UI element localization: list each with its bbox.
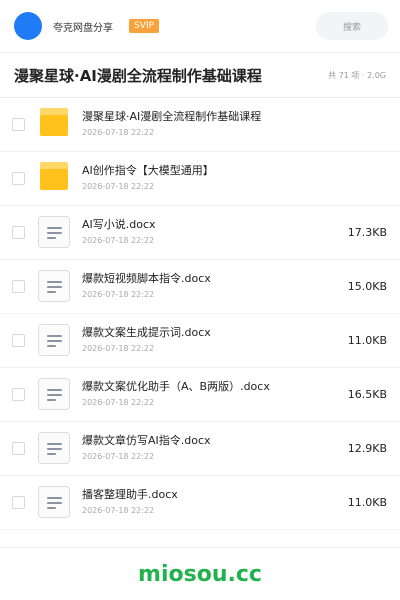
item-name[interactable]: AI创作指令【大模型通用】: [82, 163, 214, 178]
item-date: 2026-07-18 22:22: [82, 182, 155, 191]
row-checkbox[interactable]: [12, 280, 25, 293]
folder-icon: [38, 162, 70, 194]
item-date: 2026-07-18 22:22: [82, 452, 155, 461]
item-name[interactable]: 漫聚星球·AI漫剧全流程制作基础课程: [82, 109, 261, 124]
file-row[interactable]: 爆款短视频脚本指令.docx 2026-07-18 22:22 15.0KB: [0, 260, 400, 314]
row-checkbox[interactable]: [12, 496, 25, 509]
item-size: 11.0KB: [347, 334, 387, 347]
file-row[interactable]: 播客整理助手.docx 2026-07-18 22:22 11.0KB: [0, 476, 400, 530]
page-title: 漫聚星球·AI漫剧全流程制作基础课程: [14, 66, 262, 85]
item-date: 2026-07-18 22:22: [82, 236, 155, 245]
item-text: AI创作指令【大模型通用】 2026-07-18 22:22: [82, 163, 214, 192]
row-checkbox[interactable]: [12, 334, 25, 347]
avatar[interactable]: [14, 12, 42, 40]
item-text: 爆款文章仿写AI指令.docx 2026-07-18 22:22: [82, 433, 211, 462]
folder-row[interactable]: AI创作指令【大模型通用】 2026-07-18 22:22: [0, 152, 400, 206]
item-name[interactable]: 爆款文案生成提示词.docx: [82, 325, 211, 340]
folder-header: 漫聚星球·AI漫剧全流程制作基础课程 共 71 项 · 2.0G: [0, 52, 400, 98]
doc-icon: [38, 432, 70, 464]
item-text: AI写小说.docx 2026-07-18 22:22: [82, 217, 156, 246]
file-row[interactable]: AI写小说.docx 2026-07-18 22:22 17.3KB: [0, 206, 400, 260]
item-date: 2026-07-18 22:22: [82, 128, 155, 137]
item-text: 播客整理助手.docx 2026-07-18 22:22: [82, 487, 178, 516]
row-checkbox[interactable]: [12, 172, 25, 185]
row-checkbox[interactable]: [12, 388, 25, 401]
item-size: 16.5KB: [347, 388, 387, 401]
item-size: 17.3KB: [347, 226, 387, 239]
file-row[interactable]: 爆款文章仿写AI指令.docx 2026-07-18 22:22 12.9KB: [0, 422, 400, 476]
folder-row[interactable]: 漫聚星球·AI漫剧全流程制作基础课程 2026-07-18 22:22: [0, 98, 400, 152]
doc-icon: [38, 378, 70, 410]
svip-badge: SVIP: [129, 19, 159, 33]
row-checkbox[interactable]: [12, 226, 25, 239]
item-name[interactable]: AI写小说.docx: [82, 217, 156, 232]
item-name[interactable]: 爆款文案优化助手（A、B两版）.docx: [82, 379, 270, 394]
item-text: 爆款文案优化助手（A、B两版）.docx 2026-07-18 22:22: [82, 379, 270, 408]
item-name[interactable]: 爆款短视频脚本指令.docx: [82, 271, 211, 286]
search-placeholder: 搜索: [342, 22, 361, 33]
row-checkbox[interactable]: [12, 118, 25, 131]
file-row[interactable]: 爆款文案生成提示词.docx 2026-07-18 22:22 11.0KB: [0, 314, 400, 368]
folder-icon: [38, 108, 70, 140]
search-input[interactable]: 搜索: [316, 12, 388, 40]
file-list: 漫聚星球·AI漫剧全流程制作基础课程 2026-07-18 22:22 AI创作指令…: [0, 98, 400, 530]
top-bar: 夸克网盘分享 SVIP 搜索: [0, 0, 400, 52]
item-size: 11.0KB: [347, 496, 387, 509]
item-size: 15.0KB: [347, 280, 387, 293]
item-date: 2026-07-18 22:22: [82, 506, 155, 515]
doc-icon: [38, 216, 70, 248]
file-row[interactable]: 爆款文案优化助手（A、B两版）.docx 2026-07-18 22:22 16.5…: [0, 368, 400, 422]
item-name[interactable]: 爆款文章仿写AI指令.docx: [82, 433, 211, 448]
user-name: 夸克网盘分享: [53, 22, 113, 34]
row-checkbox[interactable]: [12, 442, 25, 455]
item-name[interactable]: 播客整理助手.docx: [82, 487, 178, 502]
doc-icon: [38, 486, 70, 518]
doc-icon: [38, 324, 70, 356]
doc-icon: [38, 270, 70, 302]
watermark: miosou.cc: [138, 562, 262, 587]
item-text: 爆款短视频脚本指令.docx 2026-07-18 22:22: [82, 271, 211, 300]
item-size: 12.9KB: [347, 442, 387, 455]
item-date: 2026-07-18 22:22: [82, 398, 155, 407]
item-date: 2026-07-18 22:22: [82, 344, 155, 353]
bottom-divider: [0, 547, 400, 548]
folder-meta: 共 71 项 · 2.0G: [328, 70, 386, 80]
item-date: 2026-07-18 22:22: [82, 290, 155, 299]
item-text: 爆款文案生成提示词.docx 2026-07-18 22:22: [82, 325, 211, 354]
item-text: 漫聚星球·AI漫剧全流程制作基础课程 2026-07-18 22:22: [82, 109, 261, 138]
